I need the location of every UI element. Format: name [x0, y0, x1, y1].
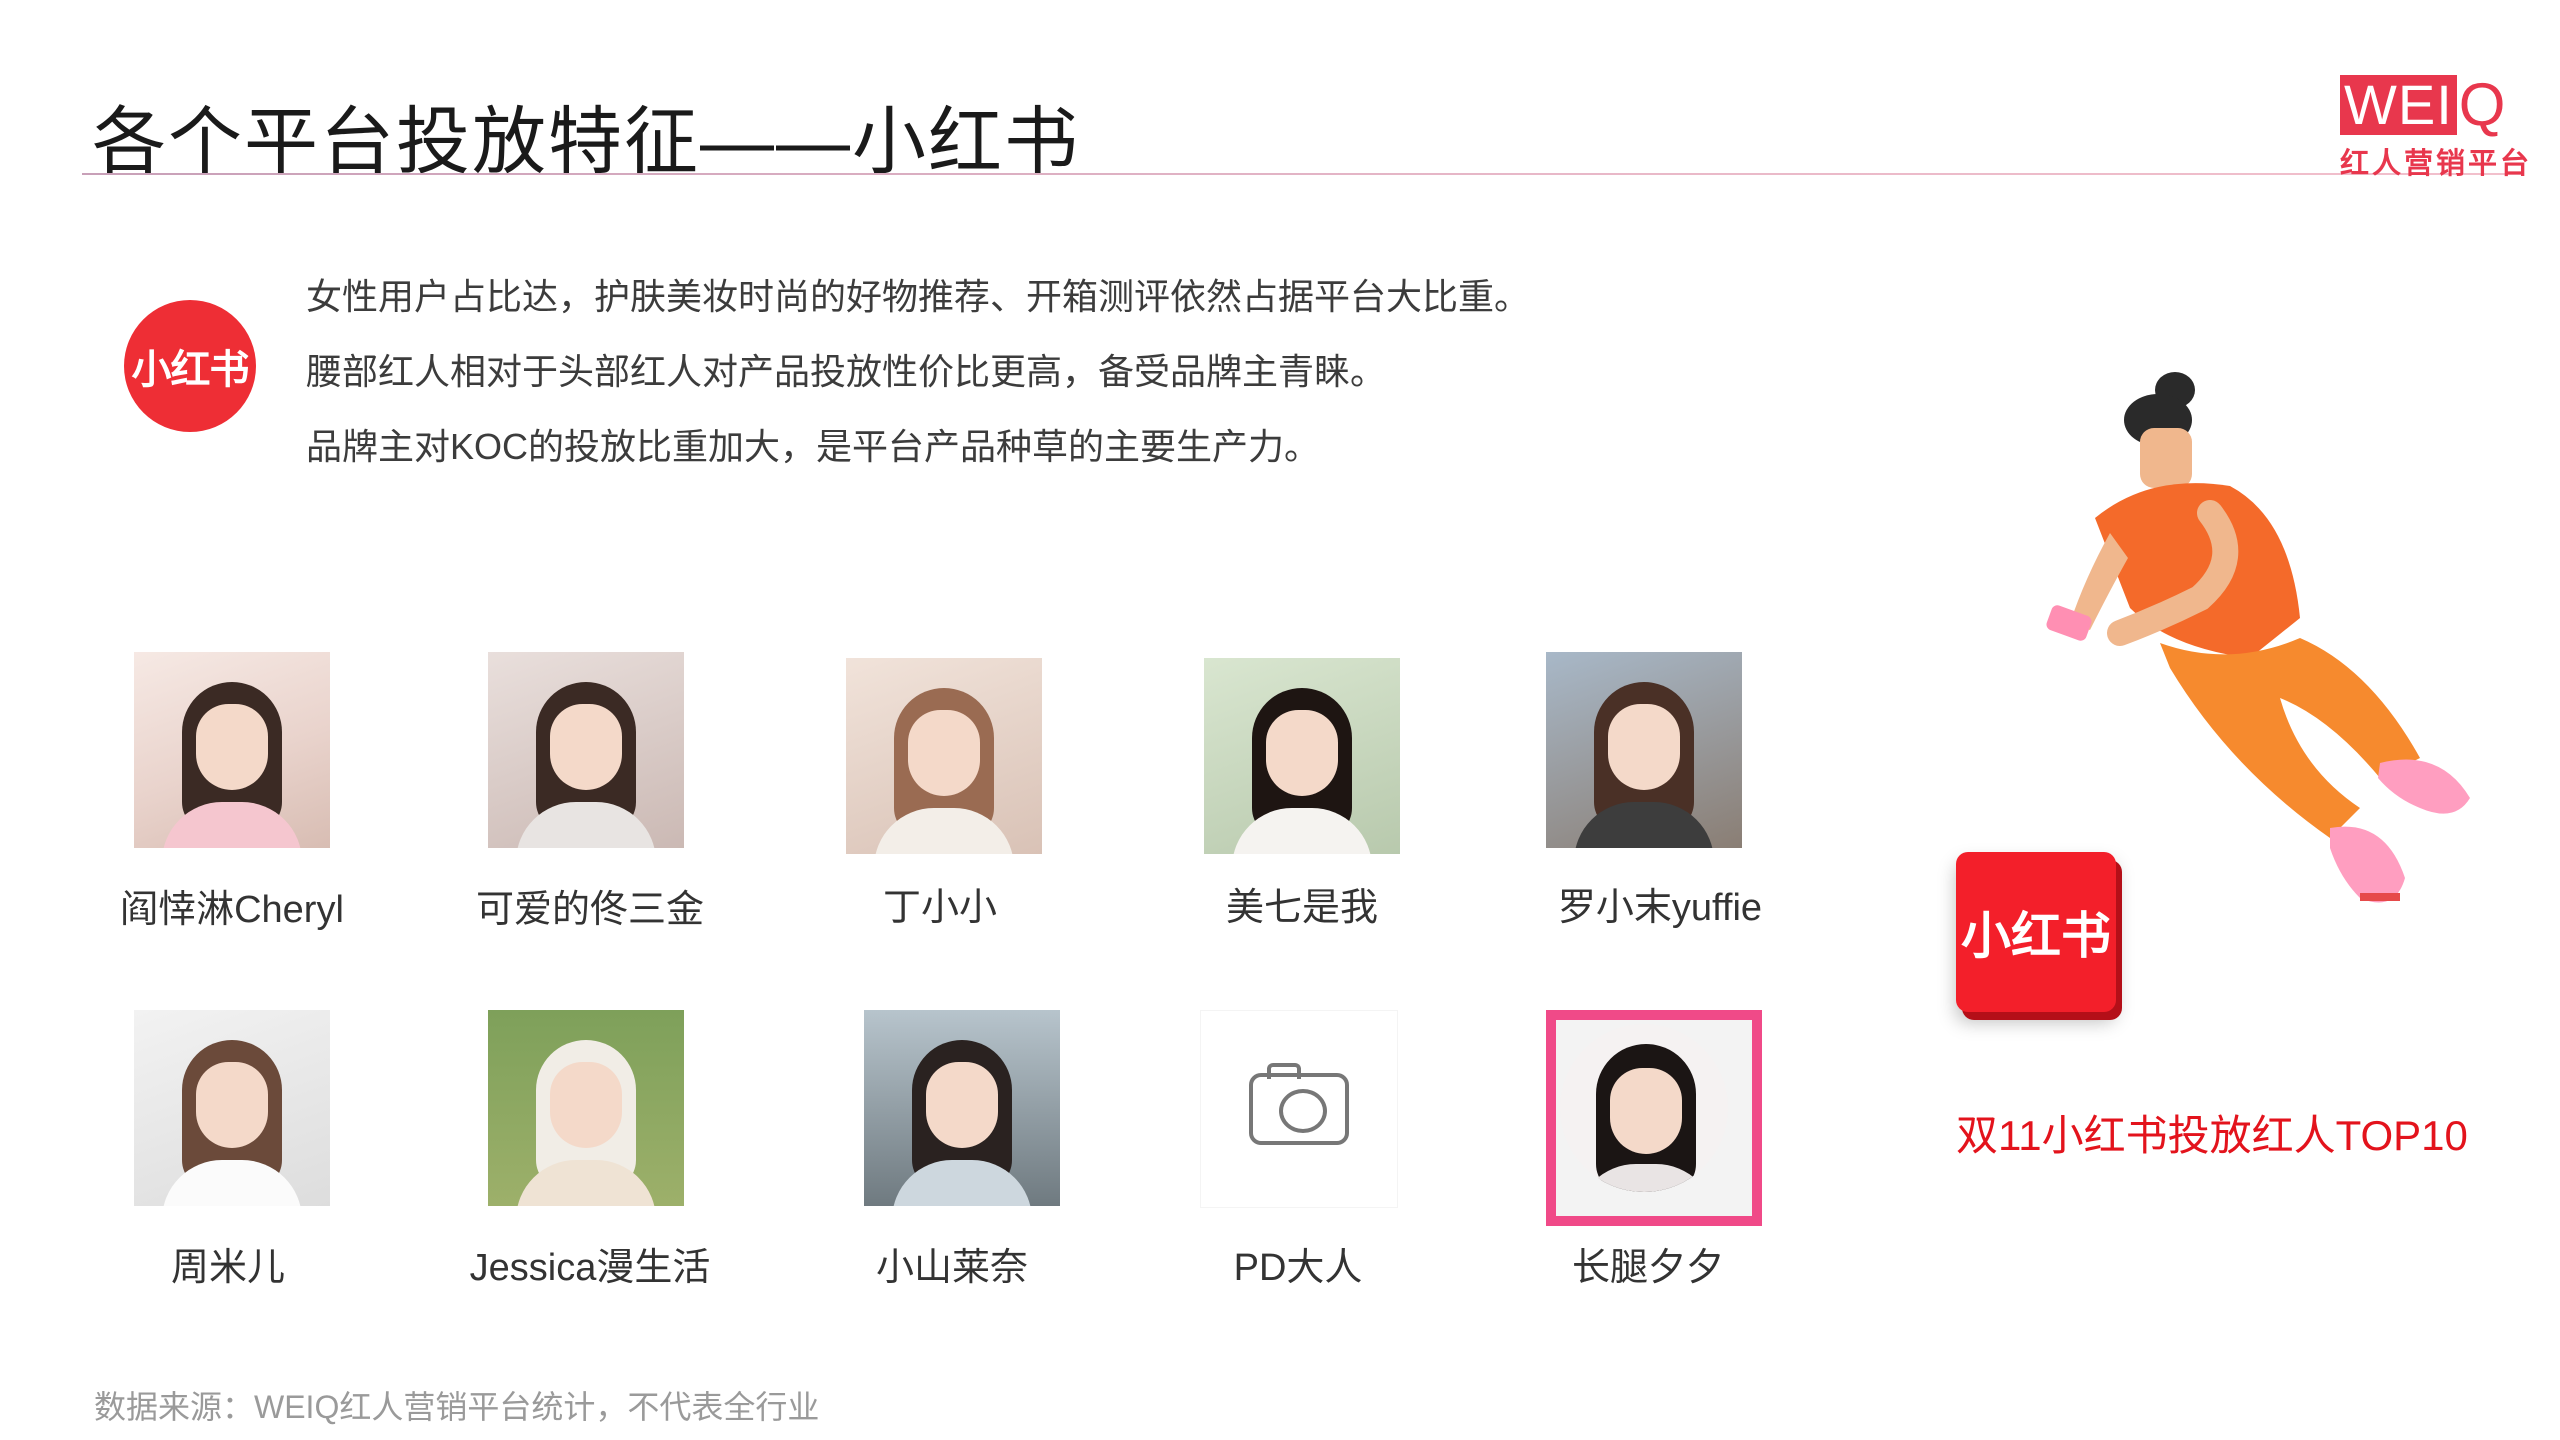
- kol-card: 丁小小: [790, 652, 1090, 942]
- kol-avatar: [134, 1010, 330, 1206]
- feature-item: 品牌主对KOC的投放比重加大，是平台产品种草的主要生产力。: [306, 426, 1321, 467]
- title-divider: [82, 173, 2522, 175]
- data-source-note: 数据来源：WEIQ红人营销平台统计，不代表全行业: [94, 1389, 820, 1425]
- kol-card: 可爱的佟三金: [440, 652, 740, 942]
- kol-name: PD大人: [1233, 1247, 1363, 1289]
- top10-caption: 双11小红书投放红人TOP10: [1956, 1112, 2468, 1159]
- kol-card: 阎悻淋Cheryl: [82, 652, 382, 942]
- kol-name: 长腿夕夕: [1571, 1247, 1724, 1289]
- kol-name: Jessica漫生活: [469, 1247, 711, 1289]
- kol-card: 小山莱奈: [802, 1010, 1102, 1300]
- feature-list: 女性用户占比达，护肤美妆时尚的好物推荐、开箱测评依然占据平台大比重。 腰部红人相…: [306, 272, 1530, 497]
- illustration-figure: [2046, 372, 2470, 903]
- kol-avatar: [1200, 1010, 1398, 1208]
- kol-avatar: [1546, 1010, 1762, 1226]
- kol-card: 周米儿: [78, 1010, 378, 1300]
- kol-card: Jessica漫生活: [440, 1010, 740, 1300]
- weiq-logo: WEI Q 红人营销平台: [2340, 71, 2529, 180]
- kol-card: 美七是我: [1152, 652, 1452, 942]
- kol-avatar: [1204, 658, 1400, 854]
- kol-avatar: [134, 652, 330, 848]
- xiaohongshu-app-icon: 小红书: [1956, 852, 2116, 1012]
- kol-avatar: [1546, 652, 1742, 848]
- kol-avatar: [864, 1010, 1060, 1206]
- kol-avatar: [488, 1010, 684, 1206]
- kol-name: 周米儿: [170, 1247, 285, 1289]
- logo-q-text: Q: [2458, 71, 2506, 138]
- kol-avatar: [846, 658, 1042, 854]
- feature-item: 腰部红人相对于头部红人对产品投放性价比更高，备受品牌主青睐。: [306, 351, 1387, 392]
- camera-icon: [1249, 1063, 1349, 1145]
- feature-item: 女性用户占比达，护肤美妆时尚的好物推荐、开箱测评依然占据平台大比重。: [306, 276, 1531, 317]
- kol-name: 美七是我: [1225, 887, 1378, 929]
- kol-avatar: [488, 652, 684, 848]
- kol-card: 长腿夕夕: [1498, 1010, 1798, 1300]
- kol-name: 丁小小: [882, 887, 997, 929]
- xiaohongshu-circle-icon: 小红书: [124, 300, 256, 432]
- logo-wei-text: WEI: [2340, 75, 2457, 135]
- kol-name: 小山莱奈: [875, 1247, 1028, 1289]
- kol-name: 阎悻淋Cheryl: [120, 889, 344, 931]
- kol-card: 罗小末yuffie: [1510, 652, 1810, 942]
- logo-subtitle: 红人营销平台: [2340, 148, 2533, 180]
- kol-card: PD大人: [1148, 1010, 1448, 1300]
- kol-name: 可爱的佟三金: [475, 889, 704, 931]
- kol-name: 罗小末yuffie: [1557, 887, 1763, 929]
